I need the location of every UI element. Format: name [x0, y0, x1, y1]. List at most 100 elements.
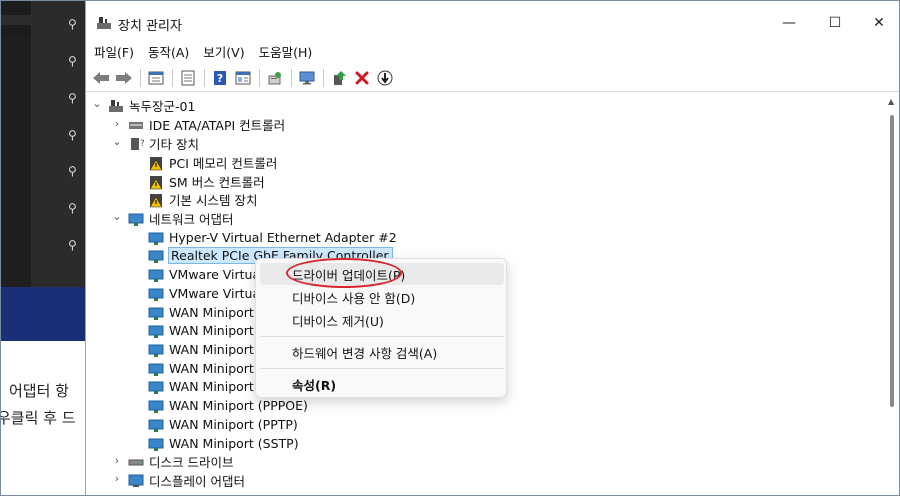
chevron-down-icon[interactable]: ⌄ — [92, 98, 102, 109]
tree-item-network-adapters[interactable]: 네트워크 어댑터 — [128, 209, 233, 228]
minimize-button[interactable]: — — [766, 9, 812, 37]
list-view-icon[interactable] — [177, 67, 199, 89]
toolbar-separator — [291, 68, 292, 87]
tree-item-wan-miniport[interactable]: WAN Miniport — [148, 377, 254, 396]
search-icon[interactable]: ⚲ — [68, 238, 82, 252]
scan-hardware-icon[interactable] — [264, 67, 286, 89]
tree-item-label: VMware Virtua — [169, 286, 261, 301]
tree-item-wan-miniport-sstp[interactable]: WAN Miniport (SSTP) — [148, 434, 299, 453]
svg-text:?: ? — [140, 139, 144, 149]
tree-item-label: WAN Miniport (PPPOE) — [169, 398, 308, 413]
tree-item-pci-memory-controller[interactable]: PCI 메모리 컨트롤러 — [148, 153, 277, 172]
tree-item-label: 디스플레이 어댑터 — [149, 474, 245, 489]
background-text-line: 우클릭 후 드 — [0, 409, 76, 427]
tree-item-sm-bus-controller[interactable]: SM 버스 컨트롤러 — [148, 172, 265, 191]
network-adapter-icon — [148, 438, 164, 451]
computer-icon — [109, 99, 123, 112]
chevron-right-icon[interactable]: › — [112, 118, 122, 129]
menu-help[interactable]: 도움말(H) — [259, 42, 313, 61]
device-manager-window: 장치 관리자 — ☐ ✕ 파일(F) 동작(A) 보기(V) 도움말(H) ? … — [85, 1, 899, 495]
search-icon[interactable]: ⚲ — [68, 164, 82, 178]
toolbar-separator — [172, 68, 173, 87]
monitor-icon[interactable] — [296, 67, 318, 89]
tree-item-vmware-adapter[interactable]: VMware Virtua — [148, 265, 260, 284]
tree-item-label: 네트워크 어댑터 — [149, 212, 234, 227]
menu-item-properties[interactable]: 속성(R) — [260, 373, 504, 395]
scroll-up-icon[interactable]: ▲ — [888, 97, 894, 106]
menu-bar: 파일(F) 동작(A) 보기(V) 도움말(H) — [86, 39, 899, 63]
search-icon[interactable]: ⚲ — [68, 54, 82, 68]
network-adapter-icon — [148, 381, 164, 394]
title-bar[interactable]: 장치 관리자 — ☐ ✕ — [86, 7, 899, 39]
scrollbar-thumb[interactable] — [890, 115, 894, 407]
details-view-icon[interactable] — [232, 67, 254, 89]
vertical-scrollbar[interactable]: ▲ — [885, 93, 899, 495]
background-navy-banner — [1, 287, 85, 341]
forward-icon[interactable] — [113, 67, 135, 89]
tree-item-label: WAN Miniport (PPTP) — [169, 417, 298, 432]
tree-item-label: WAN Miniport — [169, 342, 254, 357]
tree-item-label: IDE ATA/ATAPI 컨트롤러 — [149, 118, 286, 133]
tree-item-wan-miniport[interactable]: WAN Miniport — [148, 359, 254, 378]
network-adapter-icon — [148, 325, 164, 338]
device-manager-icon — [97, 17, 111, 29]
svg-text:?: ? — [217, 72, 223, 85]
menu-item-disable-device[interactable]: 디바이스 사용 안 함(D) — [260, 286, 504, 308]
search-icon[interactable]: ⚲ — [68, 91, 82, 105]
menu-file[interactable]: 파일(F) — [94, 42, 134, 61]
warning-device-icon — [149, 156, 163, 170]
warning-device-icon — [149, 193, 163, 207]
tree-item-label: WAN Miniport — [169, 305, 254, 320]
menu-separator — [260, 336, 504, 337]
chevron-right-icon[interactable]: › — [112, 473, 122, 484]
tree-item-base-system-device[interactable]: 기본 시스템 장치 — [148, 190, 257, 209]
tree-item-wan-miniport[interactable]: WAN Miniport — [148, 340, 254, 359]
chevron-right-icon[interactable]: › — [112, 455, 122, 466]
tree-item-hyperv-adapter[interactable]: Hyper-V Virtual Ethernet Adapter #2 — [148, 228, 397, 247]
toolbar: ? — [86, 64, 899, 92]
uninstall-icon[interactable] — [351, 67, 373, 89]
network-adapter-icon — [148, 363, 164, 376]
tree-item-wan-miniport[interactable]: WAN Miniport — [148, 321, 254, 340]
chevron-down-icon[interactable]: ⌄ — [112, 211, 122, 222]
background-dark-panel-left — [1, 37, 31, 287]
tree-item-wan-miniport-pppoe[interactable]: WAN Miniport (PPPOE) — [148, 396, 308, 415]
tree-item-label: VMware Virtua — [169, 267, 261, 282]
network-adapter-icon — [148, 288, 164, 301]
tree-item-wan-miniport-pptp[interactable]: WAN Miniport (PPTP) — [148, 415, 298, 434]
tree-item-ide-controller[interactable]: IDE ATA/ATAPI 컨트롤러 — [128, 115, 285, 134]
menu-action[interactable]: 동작(A) — [148, 42, 189, 61]
tree-item-disk-drives[interactable]: 디스크 드라이브 — [128, 452, 233, 471]
properties-view-icon[interactable] — [145, 67, 167, 89]
window-title: 장치 관리자 — [118, 19, 182, 34]
help-icon[interactable]: ? — [209, 67, 231, 89]
menu-item-scan-hardware[interactable]: 하드웨어 변경 사항 검색(A) — [260, 341, 504, 363]
menu-view[interactable]: 보기(V) — [203, 42, 244, 61]
tree-item-label: 녹두장군-01 — [129, 99, 196, 114]
warning-device-icon — [149, 175, 163, 189]
tree-item-display-adapters[interactable]: 디스플레이 어댑터 — [128, 471, 245, 490]
update-driver-icon[interactable] — [328, 67, 350, 89]
maximize-button[interactable]: ☐ — [812, 9, 858, 37]
chevron-down-icon[interactable]: ⌄ — [112, 136, 122, 147]
tree-item-other-devices[interactable]: ? 기타 장치 — [128, 134, 199, 153]
background-bar — [1, 15, 31, 25]
tree-item-label: WAN Miniport — [169, 379, 254, 394]
network-adapter-icon — [148, 400, 164, 413]
network-adapter-icon — [148, 250, 164, 263]
network-adapter-icon — [148, 344, 164, 357]
search-icon[interactable]: ⚲ — [68, 201, 82, 215]
network-adapter-icon — [148, 307, 164, 320]
tree-root-item[interactable]: 녹두장군-01 — [108, 96, 195, 115]
tree-item-label: Hyper-V Virtual Ethernet Adapter #2 — [169, 230, 397, 245]
search-icon[interactable]: ⚲ — [68, 17, 82, 31]
download-icon[interactable] — [374, 67, 396, 89]
toolbar-separator — [140, 68, 141, 87]
search-icon[interactable]: ⚲ — [68, 128, 82, 142]
tree-item-vmware-adapter[interactable]: VMware Virtua — [148, 284, 260, 303]
menu-item-uninstall-device[interactable]: 디바이스 제거(U) — [260, 309, 504, 331]
annotation-ellipse — [286, 258, 402, 288]
back-icon[interactable] — [90, 67, 112, 89]
tree-item-wan-miniport[interactable]: WAN Miniport — [148, 303, 254, 322]
close-button[interactable]: ✕ — [856, 9, 899, 37]
